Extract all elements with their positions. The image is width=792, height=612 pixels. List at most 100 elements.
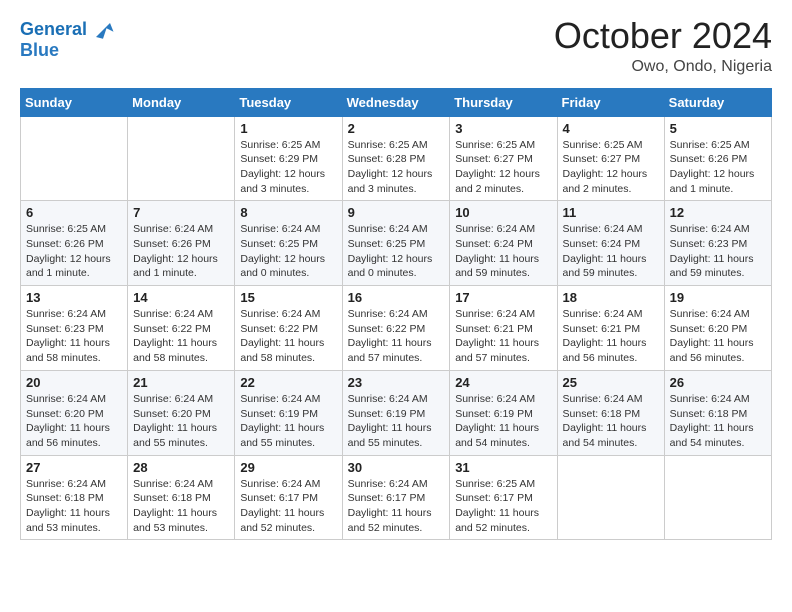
calendar-cell: 1 Sunrise: 6:25 AM Sunset: 6:29 PM Daylig… bbox=[235, 116, 342, 201]
day-info: Sunrise: 6:25 AM Sunset: 6:29 PM Dayligh… bbox=[240, 138, 336, 197]
calendar-cell: 17 Sunrise: 6:24 AM Sunset: 6:21 PM Dayli… bbox=[450, 286, 557, 371]
day-info: Sunrise: 6:25 AM Sunset: 6:26 PM Dayligh… bbox=[26, 222, 122, 281]
calendar-cell bbox=[664, 455, 771, 540]
calendar-cell: 26 Sunrise: 6:24 AM Sunset: 6:18 PM Dayli… bbox=[664, 370, 771, 455]
day-info: Sunrise: 6:24 AM Sunset: 6:21 PM Dayligh… bbox=[455, 307, 551, 366]
location: Owo, Ondo, Nigeria bbox=[554, 58, 772, 76]
calendar-cell bbox=[128, 116, 235, 201]
day-number: 27 bbox=[26, 460, 122, 475]
day-info: Sunrise: 6:25 AM Sunset: 6:27 PM Dayligh… bbox=[563, 138, 659, 197]
calendar-cell: 25 Sunrise: 6:24 AM Sunset: 6:18 PM Dayli… bbox=[557, 370, 664, 455]
day-info: Sunrise: 6:24 AM Sunset: 6:17 PM Dayligh… bbox=[348, 477, 445, 536]
calendar-cell: 31 Sunrise: 6:25 AM Sunset: 6:17 PM Dayli… bbox=[450, 455, 557, 540]
day-info: Sunrise: 6:25 AM Sunset: 6:28 PM Dayligh… bbox=[348, 138, 445, 197]
calendar-cell: 2 Sunrise: 6:25 AM Sunset: 6:28 PM Daylig… bbox=[342, 116, 450, 201]
day-info: Sunrise: 6:25 AM Sunset: 6:27 PM Dayligh… bbox=[455, 138, 551, 197]
weekday-header-row: SundayMondayTuesdayWednesdayThursdayFrid… bbox=[21, 88, 772, 116]
week-row-5: 27 Sunrise: 6:24 AM Sunset: 6:18 PM Dayli… bbox=[21, 455, 772, 540]
day-info: Sunrise: 6:25 AM Sunset: 6:17 PM Dayligh… bbox=[455, 477, 551, 536]
day-info: Sunrise: 6:24 AM Sunset: 6:22 PM Dayligh… bbox=[240, 307, 336, 366]
header: General Blue October 2024 Owo, Ondo, Nig… bbox=[20, 16, 772, 76]
calendar-cell: 5 Sunrise: 6:25 AM Sunset: 6:26 PM Daylig… bbox=[664, 116, 771, 201]
day-number: 1 bbox=[240, 121, 336, 136]
calendar-cell: 10 Sunrise: 6:24 AM Sunset: 6:24 PM Dayli… bbox=[450, 201, 557, 286]
title-block: October 2024 Owo, Ondo, Nigeria bbox=[554, 16, 772, 76]
day-number: 18 bbox=[563, 290, 659, 305]
calendar-cell: 4 Sunrise: 6:25 AM Sunset: 6:27 PM Daylig… bbox=[557, 116, 664, 201]
calendar-cell: 8 Sunrise: 6:24 AM Sunset: 6:25 PM Daylig… bbox=[235, 201, 342, 286]
day-info: Sunrise: 6:24 AM Sunset: 6:18 PM Dayligh… bbox=[133, 477, 229, 536]
day-info: Sunrise: 6:24 AM Sunset: 6:22 PM Dayligh… bbox=[133, 307, 229, 366]
logo-text: General bbox=[20, 20, 87, 40]
day-number: 12 bbox=[670, 205, 766, 220]
day-number: 10 bbox=[455, 205, 551, 220]
calendar-cell: 12Sunrise: 6:24 AM Sunset: 6:23 PM Dayli… bbox=[664, 201, 771, 286]
day-number: 23 bbox=[348, 375, 445, 390]
day-number: 20 bbox=[26, 375, 122, 390]
calendar-cell: 30 Sunrise: 6:24 AM Sunset: 6:17 PM Dayli… bbox=[342, 455, 450, 540]
calendar-cell: 7 Sunrise: 6:24 AM Sunset: 6:26 PM Daylig… bbox=[128, 201, 235, 286]
day-number: 13 bbox=[26, 290, 122, 305]
day-number: 19 bbox=[670, 290, 766, 305]
day-info: Sunrise: 6:24 AM Sunset: 6:25 PM Dayligh… bbox=[240, 222, 336, 281]
calendar-cell: 28 Sunrise: 6:24 AM Sunset: 6:18 PM Dayli… bbox=[128, 455, 235, 540]
day-number: 9 bbox=[348, 205, 445, 220]
weekday-header-monday: Monday bbox=[128, 88, 235, 116]
week-row-2: 6Sunrise: 6:25 AM Sunset: 6:26 PM Daylig… bbox=[21, 201, 772, 286]
weekday-header-sunday: Sunday bbox=[21, 88, 128, 116]
day-number: 28 bbox=[133, 460, 229, 475]
logo-icon bbox=[89, 16, 117, 44]
day-number: 26 bbox=[670, 375, 766, 390]
logo: General Blue bbox=[20, 16, 117, 61]
day-number: 4 bbox=[563, 121, 659, 136]
day-info: Sunrise: 6:24 AM Sunset: 6:20 PM Dayligh… bbox=[26, 392, 122, 451]
day-number: 15 bbox=[240, 290, 336, 305]
weekday-header-tuesday: Tuesday bbox=[235, 88, 342, 116]
calendar-cell: 9 Sunrise: 6:24 AM Sunset: 6:25 PM Daylig… bbox=[342, 201, 450, 286]
day-number: 31 bbox=[455, 460, 551, 475]
weekday-header-thursday: Thursday bbox=[450, 88, 557, 116]
calendar-cell: 14Sunrise: 6:24 AM Sunset: 6:22 PM Dayli… bbox=[128, 286, 235, 371]
page-container: General Blue October 2024 Owo, Ondo, Nig… bbox=[0, 0, 792, 556]
day-info: Sunrise: 6:24 AM Sunset: 6:22 PM Dayligh… bbox=[348, 307, 445, 366]
day-info: Sunrise: 6:24 AM Sunset: 6:24 PM Dayligh… bbox=[563, 222, 659, 281]
day-number: 3 bbox=[455, 121, 551, 136]
day-info: Sunrise: 6:24 AM Sunset: 6:19 PM Dayligh… bbox=[348, 392, 445, 451]
calendar-cell: 20 Sunrise: 6:24 AM Sunset: 6:20 PM Dayli… bbox=[21, 370, 128, 455]
day-info: Sunrise: 6:24 AM Sunset: 6:18 PM Dayligh… bbox=[563, 392, 659, 451]
day-number: 25 bbox=[563, 375, 659, 390]
calendar-cell: 19Sunrise: 6:24 AM Sunset: 6:20 PM Dayli… bbox=[664, 286, 771, 371]
calendar-cell: 21Sunrise: 6:24 AM Sunset: 6:20 PM Dayli… bbox=[128, 370, 235, 455]
day-number: 24 bbox=[455, 375, 551, 390]
day-number: 8 bbox=[240, 205, 336, 220]
day-number: 17 bbox=[455, 290, 551, 305]
logo-blue: Blue bbox=[20, 40, 59, 61]
calendar-cell: 29 Sunrise: 6:24 AM Sunset: 6:17 PM Dayli… bbox=[235, 455, 342, 540]
day-info: Sunrise: 6:24 AM Sunset: 6:25 PM Dayligh… bbox=[348, 222, 445, 281]
day-info: Sunrise: 6:24 AM Sunset: 6:18 PM Dayligh… bbox=[670, 392, 766, 451]
weekday-header-saturday: Saturday bbox=[664, 88, 771, 116]
day-info: Sunrise: 6:25 AM Sunset: 6:26 PM Dayligh… bbox=[670, 138, 766, 197]
week-row-1: 1 Sunrise: 6:25 AM Sunset: 6:29 PM Daylig… bbox=[21, 116, 772, 201]
weekday-header-wednesday: Wednesday bbox=[342, 88, 450, 116]
day-info: Sunrise: 6:24 AM Sunset: 6:17 PM Dayligh… bbox=[240, 477, 336, 536]
calendar-cell: 13 Sunrise: 6:24 AM Sunset: 6:23 PM Dayli… bbox=[21, 286, 128, 371]
calendar-cell: 6Sunrise: 6:25 AM Sunset: 6:26 PM Daylig… bbox=[21, 201, 128, 286]
weekday-header-friday: Friday bbox=[557, 88, 664, 116]
day-info: Sunrise: 6:24 AM Sunset: 6:19 PM Dayligh… bbox=[240, 392, 336, 451]
day-info: Sunrise: 6:24 AM Sunset: 6:19 PM Dayligh… bbox=[455, 392, 551, 451]
calendar-cell: 18Sunrise: 6:24 AM Sunset: 6:21 PM Dayli… bbox=[557, 286, 664, 371]
day-info: Sunrise: 6:24 AM Sunset: 6:23 PM Dayligh… bbox=[26, 307, 122, 366]
day-info: Sunrise: 6:24 AM Sunset: 6:26 PM Dayligh… bbox=[133, 222, 229, 281]
day-number: 16 bbox=[348, 290, 445, 305]
day-info: Sunrise: 6:24 AM Sunset: 6:24 PM Dayligh… bbox=[455, 222, 551, 281]
calendar-cell bbox=[21, 116, 128, 201]
week-row-3: 13 Sunrise: 6:24 AM Sunset: 6:23 PM Dayli… bbox=[21, 286, 772, 371]
day-number: 2 bbox=[348, 121, 445, 136]
day-number: 5 bbox=[670, 121, 766, 136]
day-number: 7 bbox=[133, 205, 229, 220]
calendar-cell: 15 Sunrise: 6:24 AM Sunset: 6:22 PM Dayli… bbox=[235, 286, 342, 371]
calendar-cell bbox=[557, 455, 664, 540]
day-number: 29 bbox=[240, 460, 336, 475]
day-number: 30 bbox=[348, 460, 445, 475]
